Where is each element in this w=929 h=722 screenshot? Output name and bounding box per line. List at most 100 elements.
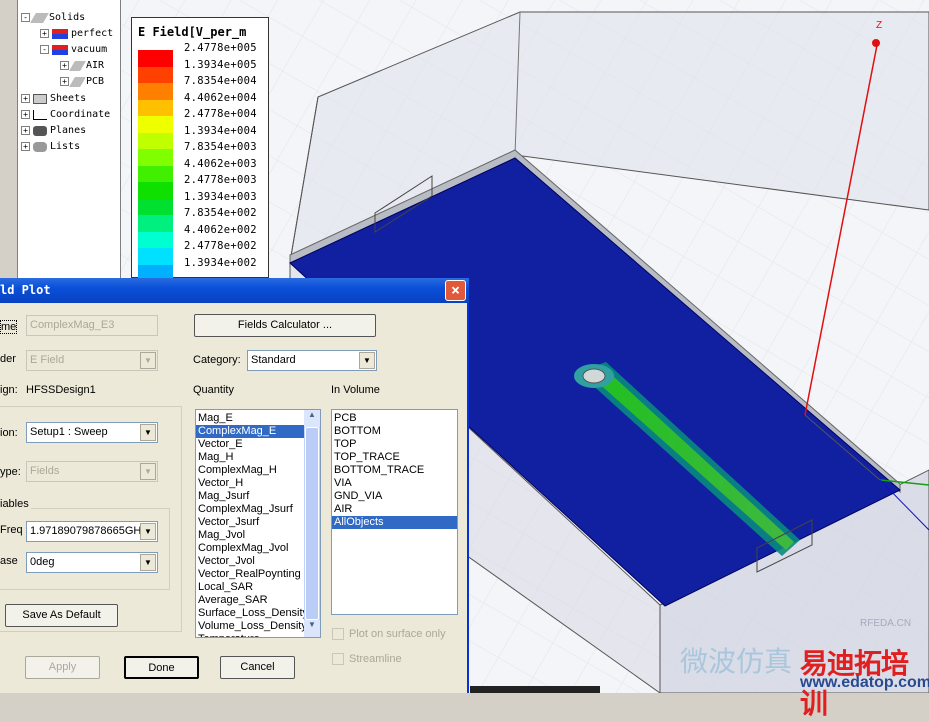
tree-label: Planes [50,125,87,136]
plot-on-surface-checkbox[interactable]: Plot on surface only [332,628,446,640]
apply-button[interactable]: Apply [25,656,100,679]
legend-value: 4.4062e+002 [184,223,257,236]
model-tree[interactable]: - Solids + perfect - vacuum + AIR + PCB + Shee… [17,0,121,278]
tree-item-lists[interactable]: + Lists [21,141,80,152]
name-label: me [0,320,18,334]
legend-value: 2.4778e+002 [184,240,257,252]
save-as-default-button[interactable]: Save As Default [5,604,118,627]
collapse-icon[interactable]: - [21,13,30,22]
dialog-title-bar[interactable]: ld Plot × [0,278,469,303]
expand-icon[interactable]: + [40,29,49,38]
streamline-checkbox[interactable]: Streamline [332,653,402,665]
collapse-icon[interactable]: - [40,45,49,54]
legend-value: 7.8354e+002 [184,207,257,219]
list-item[interactable]: Surface_Loss_Density [196,607,308,620]
list-item[interactable]: Mag_Jvol [196,529,305,542]
list-item[interactable]: ComplexMag_H [196,464,305,477]
list-item[interactable]: AIR [332,503,457,516]
list-item[interactable]: Local_SAR [196,581,305,594]
list-item[interactable]: Volume_Loss_Density [196,620,307,633]
expand-icon[interactable]: + [21,110,30,119]
volume-list[interactable]: PCB BOTTOM TOP TOP_TRACE BOTTOM_TRACE VIA GND_… [331,409,458,615]
close-button[interactable]: × [445,280,466,301]
category-select[interactable]: Standard ▼ [247,350,377,371]
tree-item-sheets[interactable]: + Sheets [21,93,86,104]
folder-label: der [0,353,16,365]
chevron-down-icon: ▼ [140,463,156,480]
name-input[interactable]: ComplexMag_E3 [26,315,158,336]
solution-value: Setup1 : Sweep [30,426,108,438]
list-item[interactable]: ComplexMag_Jvol [196,542,305,555]
material-icon [52,28,68,39]
legend-color-swatch [138,83,173,100]
chevron-down-icon: ▼ [140,554,156,571]
phase-select[interactable]: 0deg ▼ [26,552,158,573]
cancel-button[interactable]: Cancel [220,656,295,679]
list-item[interactable]: ComplexMag_E [196,425,305,438]
legend-value: 1.3934e+004 [184,124,257,137]
legend-color-swatch [138,215,173,232]
expand-icon[interactable]: + [60,61,69,70]
solution-select[interactable]: Setup1 : Sweep ▼ [26,422,158,443]
legend-color-swatch [138,248,173,265]
list-item[interactable]: Vector_Jsurf [196,516,305,529]
list-item[interactable]: Temperature [196,633,305,637]
legend-color-swatch [138,66,173,84]
legend-value: 2.4778e+004 [184,108,257,120]
list-item[interactable]: TOP [332,438,457,451]
scroll-thumb[interactable] [305,427,319,620]
expand-icon[interactable]: + [21,142,30,151]
checkbox-label: Streamline [349,653,402,665]
expand-icon[interactable]: + [21,94,30,103]
folder-select[interactable]: E Field ▼ [26,350,158,371]
watermark-text: 微波仿真 [680,646,793,677]
tree-label: Solids [49,12,86,23]
tree-item-solids[interactable]: - Solids [21,12,85,23]
field-legend[interactable]: E Field[V_per_m 2.4778e+005 1.3934e+005 7.… [131,17,269,298]
scroll-down-icon[interactable]: ▼ [304,620,320,637]
tree-label: Lists [50,141,81,152]
list-item[interactable]: Vector_Jvol [196,555,305,568]
quantity-list[interactable]: Mag_E ComplexMag_E Vector_E Mag_H ComplexMag… [195,409,321,638]
checkbox-box[interactable] [332,628,344,640]
tree-label: PCB [86,76,105,87]
list-item[interactable]: TOP_TRACE [332,451,457,464]
list-item[interactable]: Mag_Jsurf [196,490,305,503]
freq-select[interactable]: 1.97189079878665GH: ▼ [26,521,158,542]
list-item[interactable]: GND_VIA [332,490,457,503]
list-item[interactable]: PCB [332,412,457,425]
watermark-url: www.edatop.com [800,674,929,691]
variables-label: iables [0,498,31,510]
list-item[interactable]: AllObjects [332,516,457,529]
list-item[interactable]: ComplexMag_Jsurf [196,503,305,516]
checkbox-box[interactable] [332,653,344,665]
done-button[interactable]: Done [124,656,199,679]
list-item[interactable]: Average_SAR [196,594,305,607]
checkbox-label: Plot on surface only [349,628,446,640]
legend-color-swatch [138,165,173,183]
sheet-icon [33,93,47,104]
scroll-up-icon[interactable]: ▲ [304,410,320,427]
list-item[interactable]: Vector_H [196,477,305,490]
scrollbar[interactable]: ▲ ▼ [304,410,320,637]
list-item[interactable]: Mag_H [196,451,305,464]
list-item[interactable]: BOTTOM [332,425,457,438]
list-item[interactable]: VIA [332,477,457,490]
lists-icon [33,141,47,152]
list-item[interactable]: Vector_RealPoynting [196,568,305,581]
fields-calculator-button[interactable]: Fields Calculator ... [194,314,376,337]
list-item[interactable]: BOTTOM_TRACE [332,464,457,477]
chevron-down-icon: ▼ [140,424,156,441]
tree-item-pcb[interactable]: + PCB [60,76,104,87]
tree-item-vacuum[interactable]: - vacuum [40,44,107,55]
freq-value: 1.97189079878665GH: [30,525,145,537]
tree-item-air[interactable]: + AIR [60,60,104,71]
tree-item-perfect[interactable]: + perfect [40,28,113,39]
list-item[interactable]: Mag_E [196,412,305,425]
type-select[interactable]: Fields ▼ [26,461,158,482]
list-item[interactable]: Vector_E [196,438,305,451]
expand-icon[interactable]: + [60,77,69,86]
expand-icon[interactable]: + [21,126,30,135]
tree-item-coordinate[interactable]: + Coordinate [21,109,110,120]
tree-item-planes[interactable]: + Planes [21,125,86,136]
